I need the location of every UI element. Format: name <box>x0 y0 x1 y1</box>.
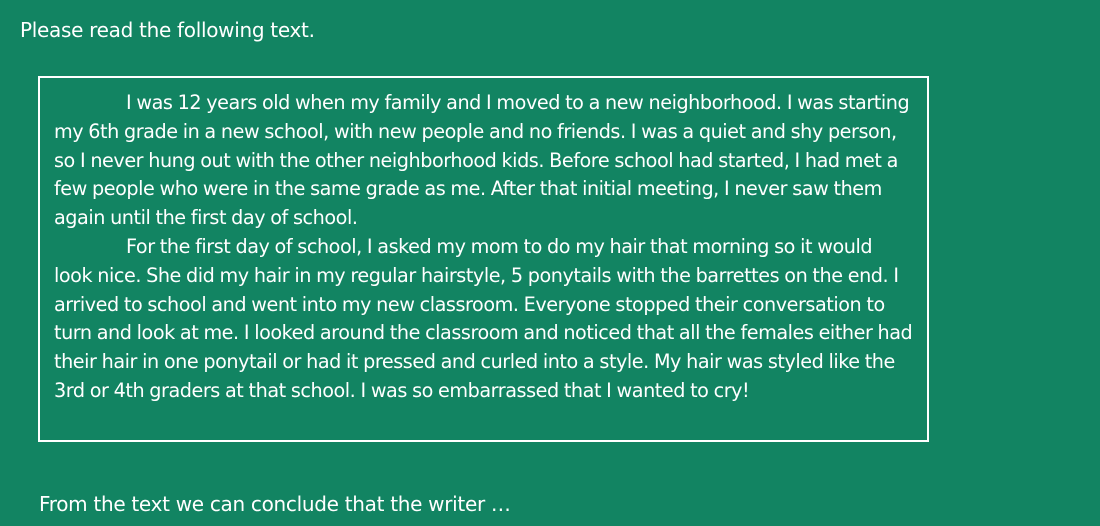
instruction-text: Please read the following text. <box>20 18 315 42</box>
passage-paragraph-1: I was 12 years old when my family and I … <box>54 91 910 230</box>
reading-passage-box: I was 12 years old when my family and I … <box>38 76 929 442</box>
question-prompt: From the text we can conclude that the w… <box>39 492 511 516</box>
passage-paragraph-2: For the first day of school, I asked my … <box>54 234 913 402</box>
